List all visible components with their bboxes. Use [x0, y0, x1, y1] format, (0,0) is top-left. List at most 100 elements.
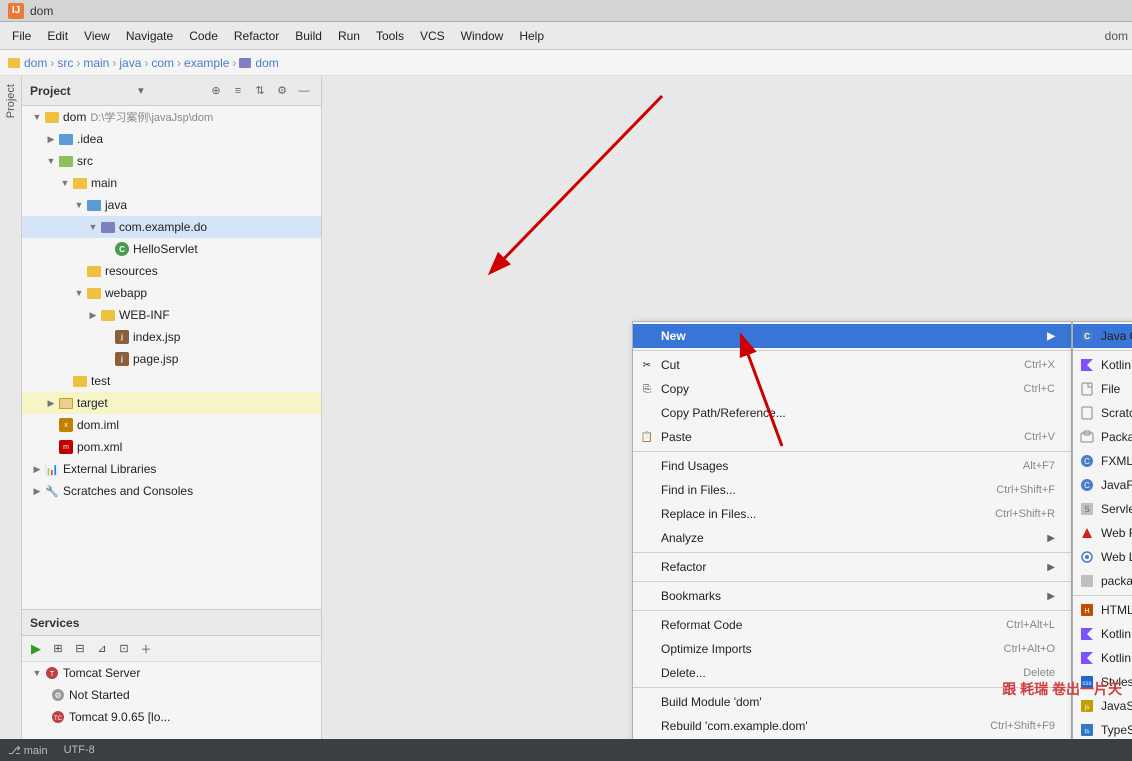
sub-package[interactable]: Package — [1073, 425, 1132, 449]
tree-index-jsp[interactable]: ▶ j index.jsp — [22, 326, 321, 348]
menu-refactor[interactable]: Refactor — [226, 25, 287, 47]
tree-webapp[interactable]: ▼ webapp — [22, 282, 321, 304]
svg-text:ts: ts — [1085, 729, 1090, 735]
window-title: dom — [30, 4, 53, 18]
panel-icon-locate[interactable]: ⊕ — [207, 82, 225, 100]
srv-run-btn[interactable]: ▶ — [26, 639, 46, 659]
ctx-copy[interactable]: ⎘ Copy Ctrl+C — [633, 377, 1071, 401]
ctx-analyze-icon — [639, 530, 655, 546]
menu-vcs[interactable]: VCS — [412, 25, 453, 47]
breadcrumb-com[interactable]: com — [151, 56, 174, 70]
srv-not-started[interactable]: ⚙ Not Started — [22, 684, 321, 706]
srv-filter-btn[interactable]: ⊿ — [92, 639, 112, 659]
ctx-replace-files[interactable]: Replace in Files... Ctrl+Shift+R — [633, 502, 1071, 526]
sub-web-listener[interactable]: Web Listener — [1073, 545, 1132, 569]
ctx-refactor[interactable]: Refactor ▶ — [633, 555, 1071, 579]
tree-page-jsp[interactable]: ▶ j page.jsp — [22, 348, 321, 370]
tree-web-inf[interactable]: ▶ WEB-INF — [22, 304, 321, 326]
sub-html-file[interactable]: H HTML File — [1073, 598, 1132, 622]
tree-resources[interactable]: ▶ resources — [22, 260, 321, 282]
menu-window[interactable]: Window — [453, 25, 512, 47]
ctx-refactor-icon — [639, 559, 655, 575]
tree-src[interactable]: ▼ src — [22, 150, 321, 172]
ctx-copy-icon: ⎘ — [639, 381, 655, 397]
sub-file[interactable]: File — [1073, 377, 1132, 401]
tree-com-example-dom[interactable]: ▼ com.example.do — [22, 216, 321, 238]
tree-pom-xml[interactable]: ▶ m pom.xml — [22, 436, 321, 458]
breadcrumb-dom-end[interactable]: dom — [255, 56, 278, 70]
panel-icon-collapse[interactable]: ≡ — [229, 82, 247, 100]
sub-kotlin-class[interactable]: Kotlin Class/File — [1073, 353, 1132, 377]
ctx-label-rebuild: Rebuild 'com.example.dom' — [661, 719, 970, 733]
breadcrumb-main[interactable]: main — [83, 56, 109, 70]
menu-run[interactable]: Run — [330, 25, 368, 47]
menu-tools[interactable]: Tools — [368, 25, 412, 47]
ctx-copy-path[interactable]: Copy Path/Reference... — [633, 401, 1071, 425]
menu-navigate[interactable]: Navigate — [118, 25, 181, 47]
sub-label-kotlin-class: Kotlin Class/File — [1101, 358, 1132, 372]
lib-icon: 📊 — [44, 462, 60, 476]
menu-bar: File Edit View Navigate Code Refactor Bu… — [0, 22, 1132, 50]
sub-kotlin-script[interactable]: Kotlin Script — [1073, 622, 1132, 646]
panel-dropdown[interactable]: ▾ — [138, 84, 144, 97]
sub-web-filter[interactable]: Web Filter — [1073, 521, 1132, 545]
srv-expand-btn[interactable]: ⊞ — [48, 639, 68, 659]
menu-file[interactable]: File — [4, 25, 39, 47]
menu-view[interactable]: View — [76, 25, 118, 47]
ctx-rebuild[interactable]: Rebuild 'com.example.dom' Ctrl+Shift+F9 — [633, 714, 1071, 738]
breadcrumb-java[interactable]: java — [119, 56, 141, 70]
tree-test[interactable]: ▶ test — [22, 370, 321, 392]
menu-code[interactable]: Code — [181, 25, 226, 47]
srv-tomcat-version[interactable]: TC Tomcat 9.0.65 [lo... — [22, 706, 321, 728]
sub-scratch-file[interactable]: Scratch File Ctrl+Alt+Shift+Insert — [1073, 401, 1132, 425]
sub-javafx-app[interactable]: C JavaFX Application — [1073, 473, 1132, 497]
tree-target[interactable]: ▶ target — [22, 392, 321, 414]
ctx-analyze[interactable]: Analyze ▶ — [633, 526, 1071, 550]
srv-tomcat-server[interactable]: ▼ T Tomcat Server — [22, 662, 321, 684]
sub-label-java-class: Java Class — [1101, 329, 1132, 343]
tree-idea[interactable]: ▶ .idea — [22, 128, 321, 150]
ctx-reformat[interactable]: Reformat Code Ctrl+Alt+L — [633, 613, 1071, 637]
srv-add-btn[interactable]: ＋ — [136, 639, 156, 659]
sub-ts-file[interactable]: ts TypeScript File — [1073, 718, 1132, 739]
ctx-new[interactable]: New ▶ — [633, 324, 1071, 348]
breadcrumb-example[interactable]: example — [184, 56, 229, 70]
sub-servlet[interactable]: S Servlet — [1073, 497, 1132, 521]
tree-main[interactable]: ▼ main — [22, 172, 321, 194]
ctx-sep-4 — [633, 581, 1071, 582]
tree-dom-iml[interactable]: ▶ x dom.iml — [22, 414, 321, 436]
tree-scratches[interactable]: ▶ 🔧 Scratches and Consoles — [22, 480, 321, 502]
tree-label-main: main — [91, 176, 117, 190]
breadcrumb-src[interactable]: src — [57, 56, 73, 70]
sub-kotlin-worksheet[interactable]: Kotlin Worksheet — [1073, 646, 1132, 670]
menu-build[interactable]: Build — [287, 25, 330, 47]
srv-config-btn[interactable]: ⊡ — [114, 639, 134, 659]
ctx-paste[interactable]: 📋 Paste Ctrl+V — [633, 425, 1071, 449]
ctx-find-usages[interactable]: Find Usages Alt+F7 — [633, 454, 1071, 478]
tree-java[interactable]: ▼ java — [22, 194, 321, 216]
ctx-run-tests[interactable]: ▶ Run 'Tests in 'com.example.dom'' Ctrl+… — [633, 738, 1071, 739]
jsp-icon-page: j — [114, 352, 130, 366]
panel-icon-settings[interactable]: ⚙ — [273, 82, 291, 100]
tree-dom-root[interactable]: ▼ dom D:\学习案例\javaJsp\dom — [22, 106, 321, 128]
sub-label-html-file: HTML File — [1101, 603, 1132, 617]
ctx-cut[interactable]: ✂ Cut Ctrl+X — [633, 353, 1071, 377]
side-tab-project[interactable]: Project — [1, 76, 21, 126]
panel-icon-minimize[interactable]: — — [295, 82, 313, 100]
ctx-sep-2 — [633, 451, 1071, 452]
ctx-optimize[interactable]: Optimize Imports Ctrl+Alt+O — [633, 637, 1071, 661]
panel-icons: ⊕ ≡ ⇅ ⚙ — — [207, 82, 313, 100]
sub-package-info[interactable]: package-info.java — [1073, 569, 1132, 593]
ctx-find-files[interactable]: Find in Files... Ctrl+Shift+F — [633, 478, 1071, 502]
breadcrumb-dom[interactable]: dom — [24, 56, 47, 70]
menu-help[interactable]: Help — [511, 25, 552, 47]
menu-edit[interactable]: Edit — [39, 25, 76, 47]
ctx-bookmarks[interactable]: Bookmarks ▶ — [633, 584, 1071, 608]
services-toolbar: ▶ ⊞ ⊟ ⊿ ⊡ ＋ — [22, 636, 321, 662]
srv-collapse-btn[interactable]: ⊟ — [70, 639, 90, 659]
panel-icon-expand[interactable]: ⇅ — [251, 82, 269, 100]
sub-fxml-file[interactable]: C FXML File — [1073, 449, 1132, 473]
tree-hello-servlet[interactable]: ▶ C HelloServlet — [22, 238, 321, 260]
tree-ext-libs[interactable]: ▶ 📊 External Libraries — [22, 458, 321, 480]
sub-java-class[interactable]: C Java Class — [1073, 324, 1132, 348]
